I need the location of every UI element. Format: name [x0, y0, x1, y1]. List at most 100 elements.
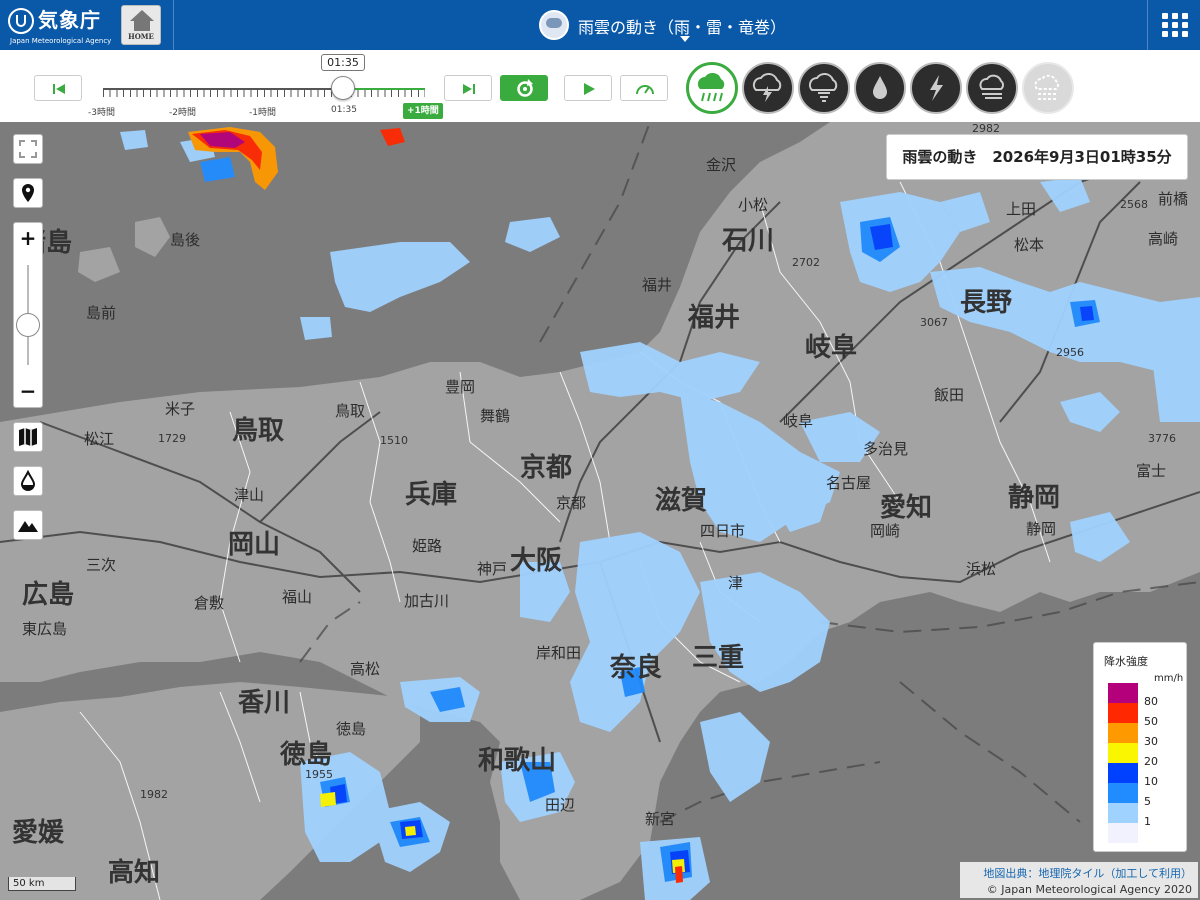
city-ueda: 上田 [1006, 200, 1037, 218]
home-button[interactable]: HOME [121, 5, 161, 45]
map-layer-button[interactable] [13, 422, 43, 452]
map-label-shizuoka: 静岡 [1008, 483, 1061, 513]
layer-wind-button[interactable] [966, 62, 1018, 114]
legend-swatch [1108, 803, 1138, 823]
fullscreen-button[interactable] [13, 134, 43, 164]
play-button[interactable] [564, 75, 612, 101]
skip-to-end-button[interactable] [444, 75, 492, 101]
map-label-nagano: 長野 [960, 288, 1013, 318]
city-takamatsu: 高松 [350, 660, 381, 678]
map-label-osaka: 大阪 [510, 546, 563, 576]
map-label-shiga: 滋賀 [655, 486, 708, 516]
city-tokushima: 徳島 [336, 720, 367, 738]
skip-start-icon [53, 84, 65, 94]
skip-end-icon [463, 84, 475, 94]
zoom-in-button[interactable]: + [14, 223, 42, 253]
legend-unit: mm/h [1154, 673, 1184, 684]
radar-map[interactable]: 諸島 島後 島前 鳥取 兵庫 京都 岡山 広島 石川 福井 岐阜 愛知 静岡 徳… [0, 122, 1200, 900]
city-fuji: 富士 [1136, 462, 1167, 480]
map-label-hiroshima: 広島 [22, 580, 75, 610]
legend-value: 50 [1144, 715, 1158, 728]
city-kanazawa: 金沢 [706, 156, 737, 174]
map-label-aichi: 愛知 [880, 493, 933, 523]
grid-menu-button[interactable] [1158, 9, 1192, 41]
city-gifu: 岐阜 [783, 412, 814, 430]
timeline-ticks [103, 90, 425, 97]
city-nagoya: 名古屋 [826, 474, 872, 492]
city-kishiwada: 岸和田 [536, 644, 582, 662]
tornado-cloud-icon [808, 73, 838, 102]
zoom-out-button[interactable]: − [14, 377, 42, 407]
city-tsuyama: 津山 [234, 486, 265, 504]
city-fukui: 福井 [642, 276, 673, 294]
chevron-down-icon[interactable] [680, 36, 690, 42]
city-himeji: 姫路 [412, 537, 443, 555]
location-pin-icon [22, 184, 34, 202]
raindrop-icon [873, 76, 887, 99]
attribution-link[interactable]: 地図出典：地理院タイル（加工して利用） [960, 865, 1192, 881]
legend-swatch [1108, 783, 1138, 803]
precipitation-legend: 降水強度 mm/h 80 50 30 20 10 5 1 [1093, 642, 1187, 852]
page-title[interactable]: 雨雲の動き（雨・雷・竜巻） [578, 14, 786, 38]
map-info-title: 雨雲の動き 2026年9月3日01時35分 [886, 134, 1188, 180]
city-tajimi: 多治見 [863, 440, 909, 458]
peak-1729: 1729 [158, 432, 186, 445]
current-time-bubble: 01:35 [321, 54, 365, 71]
tick-label-minus3h: -3時間 [88, 108, 115, 118]
city-fukuyama: 福山 [282, 588, 313, 606]
zoom-slider-knob[interactable] [16, 313, 40, 337]
legend-swatch [1108, 703, 1138, 723]
city-yonago: 米子 [165, 400, 196, 418]
layer-lightning-button[interactable] [910, 62, 962, 114]
city-kakogawa: 加古川 [404, 592, 450, 610]
timeline-toolbar: 01:35 -3時間 -2時間 -1時間 01:35 +1時間 [0, 50, 1200, 122]
legend-value: 1 [1144, 815, 1151, 828]
rain-cloud-title-icon[interactable] [539, 10, 569, 40]
jma-logo[interactable]: 気象庁 Japan Meteorological Agency [8, 4, 114, 46]
map-label-tokushima: 徳島 [280, 740, 333, 770]
city-maizuru: 舞鶴 [480, 407, 511, 425]
city-yokkaichi: 四日市 [700, 522, 746, 540]
city-tanabe: 田辺 [545, 796, 576, 814]
river-water-button[interactable] [13, 466, 43, 496]
skip-to-start-button[interactable] [34, 75, 82, 101]
timeline-slider-knob[interactable] [331, 76, 355, 100]
city-miyoshi: 三次 [86, 556, 117, 574]
legend-swatch [1108, 723, 1138, 743]
playback-speed-button[interactable] [620, 75, 668, 101]
map-label-okayama: 岡山 [228, 530, 281, 560]
layer-rain-cloud-button[interactable] [686, 62, 738, 114]
map-label-dozen: 島前 [86, 304, 117, 322]
attribution-copyright: © Japan Meteorological Agency 2020 [986, 883, 1192, 896]
layer-tornado-button[interactable] [798, 62, 850, 114]
city-maebashi: 前橋 [1158, 190, 1189, 208]
refresh-icon [517, 79, 533, 97]
current-location-button[interactable] [13, 178, 43, 208]
thunder-cloud-icon [752, 73, 782, 102]
legend-value: 5 [1144, 795, 1151, 808]
lightning-icon [930, 75, 943, 101]
refresh-latest-button[interactable] [500, 75, 548, 101]
city-matsue: 松江 [84, 430, 115, 448]
logo-text: 気象庁 [38, 8, 101, 32]
peak-3067: 3067 [920, 316, 948, 329]
water-drop-icon [20, 469, 36, 491]
disabled-layer-icon [1034, 74, 1059, 100]
city-komatsu: 小松 [738, 196, 769, 214]
legend-swatch [1108, 823, 1138, 843]
peak-1955: 1955 [305, 768, 333, 781]
future-hour-badge[interactable]: +1時間 [403, 103, 443, 119]
logo-subtitle: Japan Meteorological Agency [10, 37, 112, 45]
layer-thunder-button[interactable] [742, 62, 794, 114]
city-tsu: 津 [728, 574, 744, 592]
wind-cloud-icon [979, 74, 1004, 99]
zoom-control: + − [13, 222, 43, 408]
map-label-kyoto: 京都 [520, 453, 573, 483]
map-label-dogo: 島後 [170, 231, 201, 249]
legend-title: 降水強度 [1104, 655, 1148, 668]
layer-rainfall-amount-button[interactable] [854, 62, 906, 114]
terrain-button[interactable] [13, 510, 43, 540]
tick-label-minus2h: -2時間 [169, 108, 196, 118]
map-fold-icon [19, 428, 37, 446]
city-kobe: 神戸 [477, 560, 508, 578]
